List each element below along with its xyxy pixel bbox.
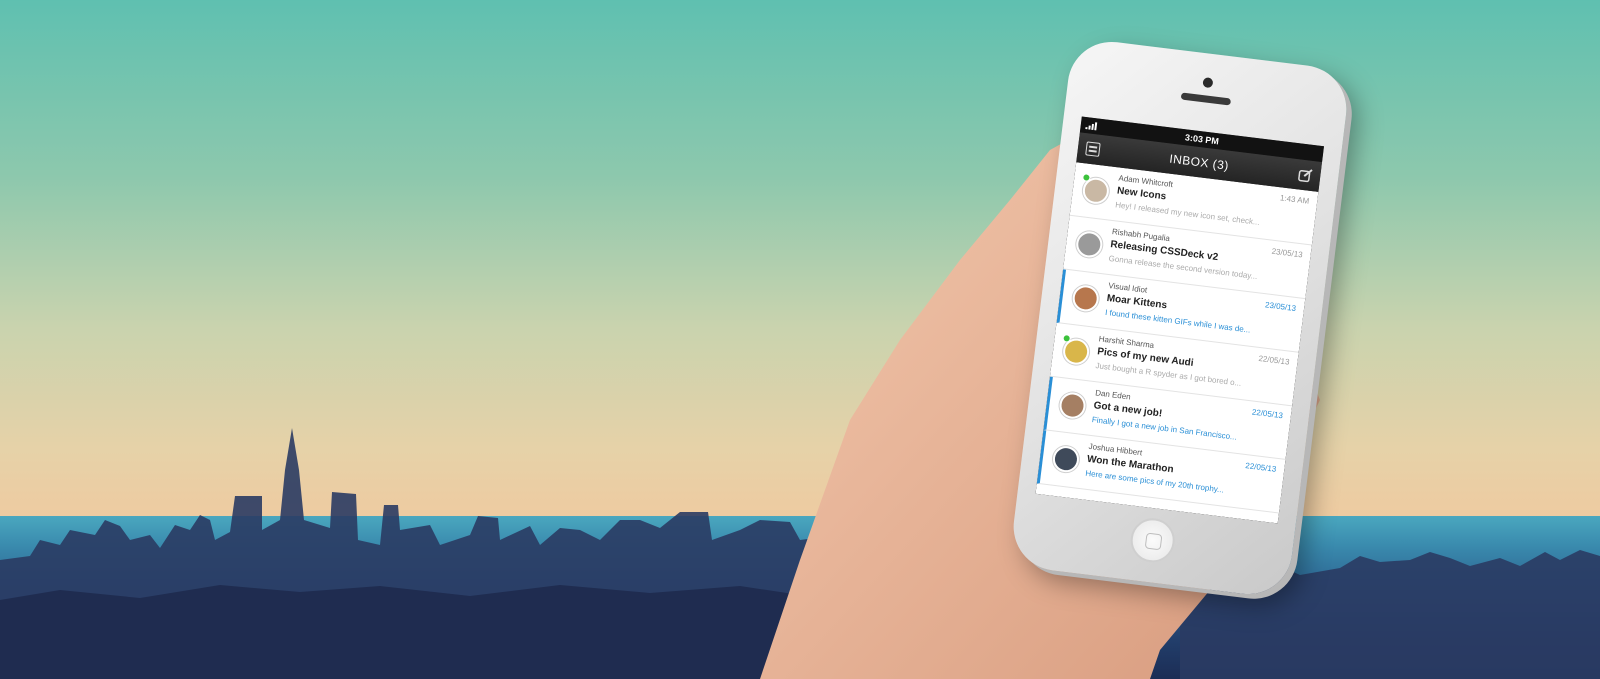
avatar [1051,444,1081,474]
message-sender: Dan Eden [1094,388,1132,402]
inbox-title: INBOX (3) [1168,151,1230,173]
signal-icon [1085,121,1098,131]
message-time: 22/05/13 [1244,461,1277,474]
background-scene [0,0,1600,679]
message-time: 23/05/13 [1264,300,1297,314]
avatar [1058,391,1088,421]
message-time: 23/05/13 [1271,246,1304,260]
message-time: 1:43 AM [1279,193,1310,206]
message-time: 22/05/13 [1251,407,1284,421]
earpiece-speaker [1180,92,1232,106]
message-list: Adam Whitcroft 1:43 AM New Icons Hey! I … [1035,162,1319,524]
hand-illustration [760,140,1330,679]
home-button[interactable] [1128,515,1178,565]
compose-icon[interactable] [1298,167,1314,183]
menu-icon[interactable] [1085,141,1101,157]
message-time: 22/05/13 [1257,353,1290,367]
message-sender: Visual Idiot [1107,281,1148,295]
phone-screen: 3:03 PM INBOX (3) Adam Whitcroft 1:43 AM… [1035,116,1325,524]
avatar [1071,283,1101,313]
status-time: 3:03 PM [1184,132,1220,147]
avatar [1074,229,1104,259]
front-camera [1202,77,1214,89]
